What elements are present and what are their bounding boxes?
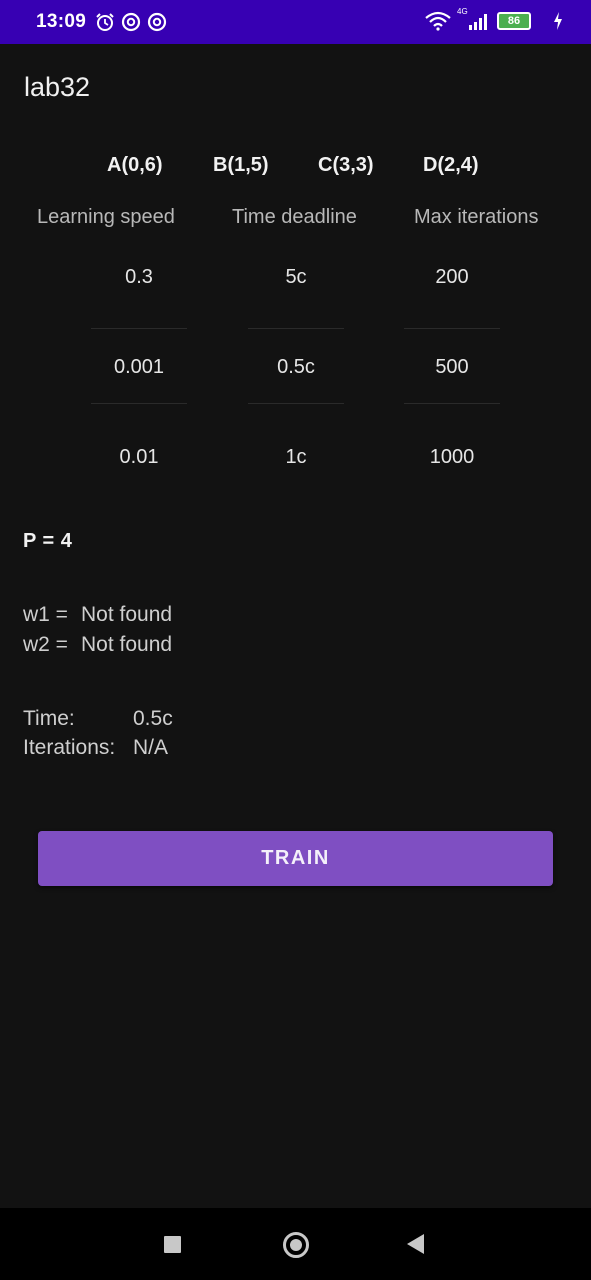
- picker-divider: [404, 403, 500, 404]
- signal-icon: [469, 14, 487, 30]
- max-iterations-option[interactable]: 1000: [404, 446, 500, 469]
- points-row: A(0,6) B(1,5) C(3,3) D(2,4): [0, 154, 591, 182]
- status-notification-icons: [95, 12, 167, 32]
- time-row: Time: 0.5c: [23, 707, 173, 731]
- picker-divider: [248, 328, 344, 329]
- battery-icon: 86: [497, 12, 531, 30]
- point-a: A(0,6): [107, 154, 163, 176]
- time-deadline-option[interactable]: 5c: [248, 266, 344, 289]
- back-icon[interactable]: [407, 1234, 424, 1254]
- at-sign-icon: [121, 12, 141, 32]
- point-b: B(1,5): [213, 154, 269, 176]
- picker-divider: [91, 328, 187, 329]
- w1-row: w1 = Not found: [23, 603, 172, 627]
- wifi-icon: [425, 11, 451, 31]
- iterations-value: N/A: [133, 736, 169, 759]
- home-icon[interactable]: [283, 1232, 309, 1258]
- time-label: Time:: [23, 707, 75, 730]
- train-button[interactable]: TRAIN: [38, 831, 553, 886]
- status-system-icons: 4G 86: [425, 7, 563, 31]
- w2-value: Not found: [81, 633, 173, 656]
- w1-label: w1 =: [23, 603, 68, 626]
- picker-divider: [248, 403, 344, 404]
- app-title: lab32: [24, 72, 91, 102]
- at-sign-icon: [147, 12, 167, 32]
- iterations-row: Iterations: N/A: [23, 736, 168, 760]
- time-deadline-header: Time deadline: [232, 206, 357, 228]
- point-c: C(3,3): [318, 154, 374, 176]
- time-deadline-selected[interactable]: 0.5c: [248, 356, 344, 379]
- learning-speed-option[interactable]: 0.3: [91, 266, 187, 289]
- point-d: D(2,4): [423, 154, 479, 176]
- w1-value: Not found: [81, 603, 173, 626]
- signal-indicator: 4G: [457, 7, 489, 31]
- learning-speed-header: Learning speed: [37, 206, 175, 228]
- picker-divider: [91, 403, 187, 404]
- time-deadline-option[interactable]: 1c: [248, 446, 344, 469]
- picker-divider: [404, 328, 500, 329]
- w2-label: w2 =: [23, 633, 68, 656]
- recent-apps-icon[interactable]: [164, 1236, 181, 1253]
- w2-row: w2 = Not found: [23, 633, 172, 657]
- max-iterations-selected[interactable]: 500: [404, 356, 500, 379]
- max-iterations-option[interactable]: 200: [404, 266, 500, 289]
- learning-speed-selected[interactable]: 0.001: [91, 356, 187, 379]
- learning-speed-option[interactable]: 0.01: [91, 446, 187, 469]
- time-value: 0.5c: [133, 707, 173, 730]
- iterations-label: Iterations:: [23, 736, 116, 759]
- charging-icon: [554, 12, 562, 30]
- status-time: 13:09: [36, 11, 87, 32]
- status-bar: 13:09 4G 86: [0, 0, 591, 44]
- p-value-label: P = 4: [23, 530, 73, 552]
- alarm-icon: [96, 13, 114, 31]
- max-iterations-header: Max iterations: [414, 206, 539, 228]
